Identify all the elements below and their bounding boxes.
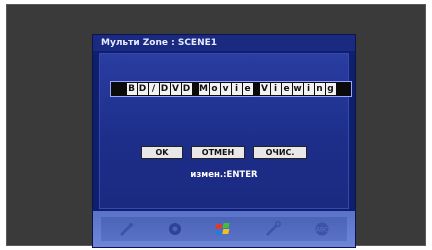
clear-button[interactable]: ОЧИС. (253, 146, 307, 159)
picture-icon[interactable] (116, 220, 136, 238)
ok-button[interactable]: OK (141, 146, 183, 159)
scene-name-char: / (148, 83, 159, 95)
scene-name-char: D (159, 83, 170, 95)
menu-icon-tray: ABC (101, 217, 347, 241)
scene-name-char: B (126, 83, 137, 95)
scene-name-char: w (292, 83, 303, 95)
scene-name-cells: B D / D V D Movie Viewing (126, 83, 336, 95)
scene-name-char: g (325, 83, 336, 95)
scene-name-char: V (259, 83, 270, 95)
scene-name-char: V (170, 83, 181, 95)
scene-name-char: i (270, 83, 281, 95)
dialog-title: Мульти Zone : SCENE1 (93, 35, 355, 51)
osd-dialog: Мульти Zone : SCENE1 B D / D V D Movie Viewin… (93, 35, 355, 247)
sound-icon[interactable] (165, 220, 185, 238)
support-icon[interactable]: ABC (312, 220, 332, 238)
hint-text: измен.:ENTER (190, 170, 258, 180)
scene-name-char: n (314, 83, 325, 95)
input-icon[interactable] (214, 220, 234, 238)
scene-name-char (253, 83, 259, 95)
menu-bar: ABC (93, 211, 355, 247)
button-row: OK ОТМЕН ОЧИС. (100, 146, 348, 159)
scene-name-char: i (231, 83, 242, 95)
scene-name-char: v (220, 83, 231, 95)
dialog-panel: B D / D V D Movie Viewing OK ОТМЕН ОЧИС. изме… (99, 53, 352, 209)
scene-name-char: D (137, 83, 148, 95)
scene-name-char: e (242, 83, 253, 95)
support-icon-label: ABC (316, 227, 328, 234)
tv-frame: Мульти Zone : SCENE1 B D / D V D Movie Viewin… (6, 4, 426, 247)
setup-icon[interactable] (263, 220, 283, 238)
scene-name-char: D (181, 83, 192, 95)
scene-name-field[interactable]: B D / D V D Movie Viewing (110, 81, 352, 97)
scene-name-char (192, 83, 198, 95)
scene-name-char: i (303, 83, 314, 95)
scene-name-char: e (281, 83, 292, 95)
scene-name-char: o (209, 83, 220, 95)
scene-name-char: M (198, 83, 209, 95)
cancel-button[interactable]: ОТМЕН (191, 146, 245, 159)
